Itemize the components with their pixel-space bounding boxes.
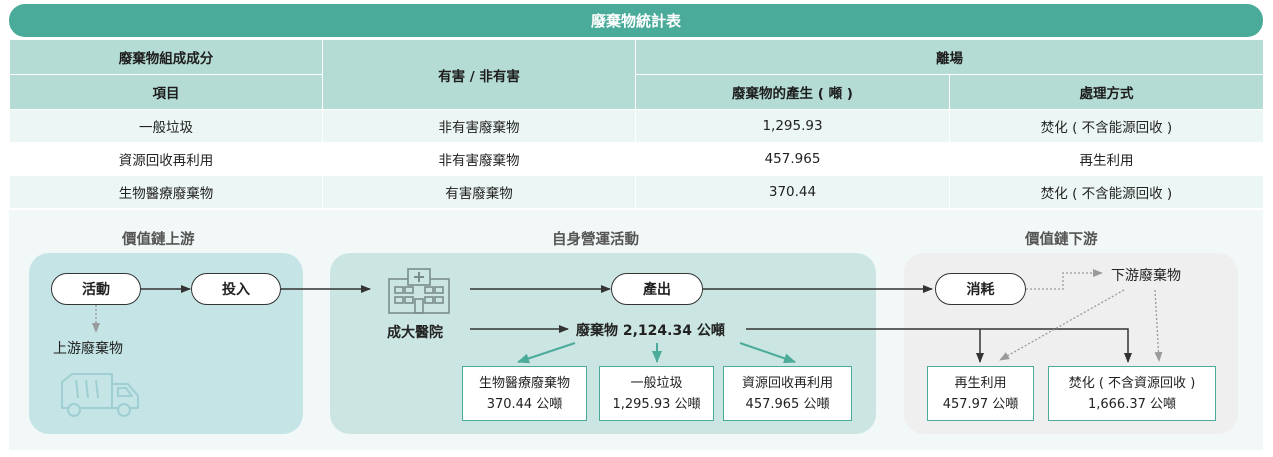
outcome-box: 焚化 ( 不含資源回收 ) 1,666.37 公噸 (1048, 366, 1216, 421)
outcome-name: 焚化 ( 不含資源回收 ) (1068, 375, 1196, 391)
arrow-downstream-waste-to-incinerate (1154, 289, 1163, 362)
waste-breakdown-box: 資源回收再利用 457.965 公噸 (723, 366, 852, 421)
upstream-waste-label: 上游廢棄物 (53, 341, 123, 357)
outcome-amount: 457.97 公噸 (942, 396, 1019, 412)
arrow-waste-to-recycle (739, 342, 796, 364)
waste-breakdown-box: 一般垃圾 1,295.93 公噸 (599, 366, 714, 421)
outcome-amount: 1,666.37 公噸 (1087, 396, 1177, 412)
activity-node: 活動 (51, 273, 141, 305)
downstream-waste-label: 下游廢棄物 (1111, 268, 1181, 284)
input-node: 投入 (191, 273, 281, 305)
output-node: 產出 (611, 273, 703, 305)
breakdown-name: 資源回收再利用 (741, 375, 833, 391)
breakdown-amount: 370.44 公噸 (486, 396, 563, 412)
line-waste-to-outcomes (746, 328, 1132, 363)
breakdown-name: 生物醫療廢棄物 (478, 375, 570, 391)
hospital-icon (386, 265, 452, 319)
arrow-waste-to-bio (517, 342, 576, 364)
arrow-consumption-to-downstream-waste (1026, 269, 1103, 290)
waste-total-label: 廢棄物 2,124.34 公噸 (576, 323, 725, 339)
garbage-truck-icon (58, 370, 144, 422)
breakdown-amount: 457.965 公噸 (745, 396, 830, 412)
outcome-box: 再生利用 457.97 公噸 (927, 366, 1034, 421)
consumption-node: 消耗 (935, 273, 1026, 305)
hospital-label: 成大醫院 (387, 325, 443, 341)
breakdown-name: 一般垃圾 (630, 375, 683, 391)
outcome-name: 再生利用 (954, 375, 1007, 391)
breakdown-amount: 1,295.93 公噸 (612, 396, 701, 412)
waste-breakdown-box: 生物醫療廢棄物 370.44 公噸 (462, 366, 587, 421)
